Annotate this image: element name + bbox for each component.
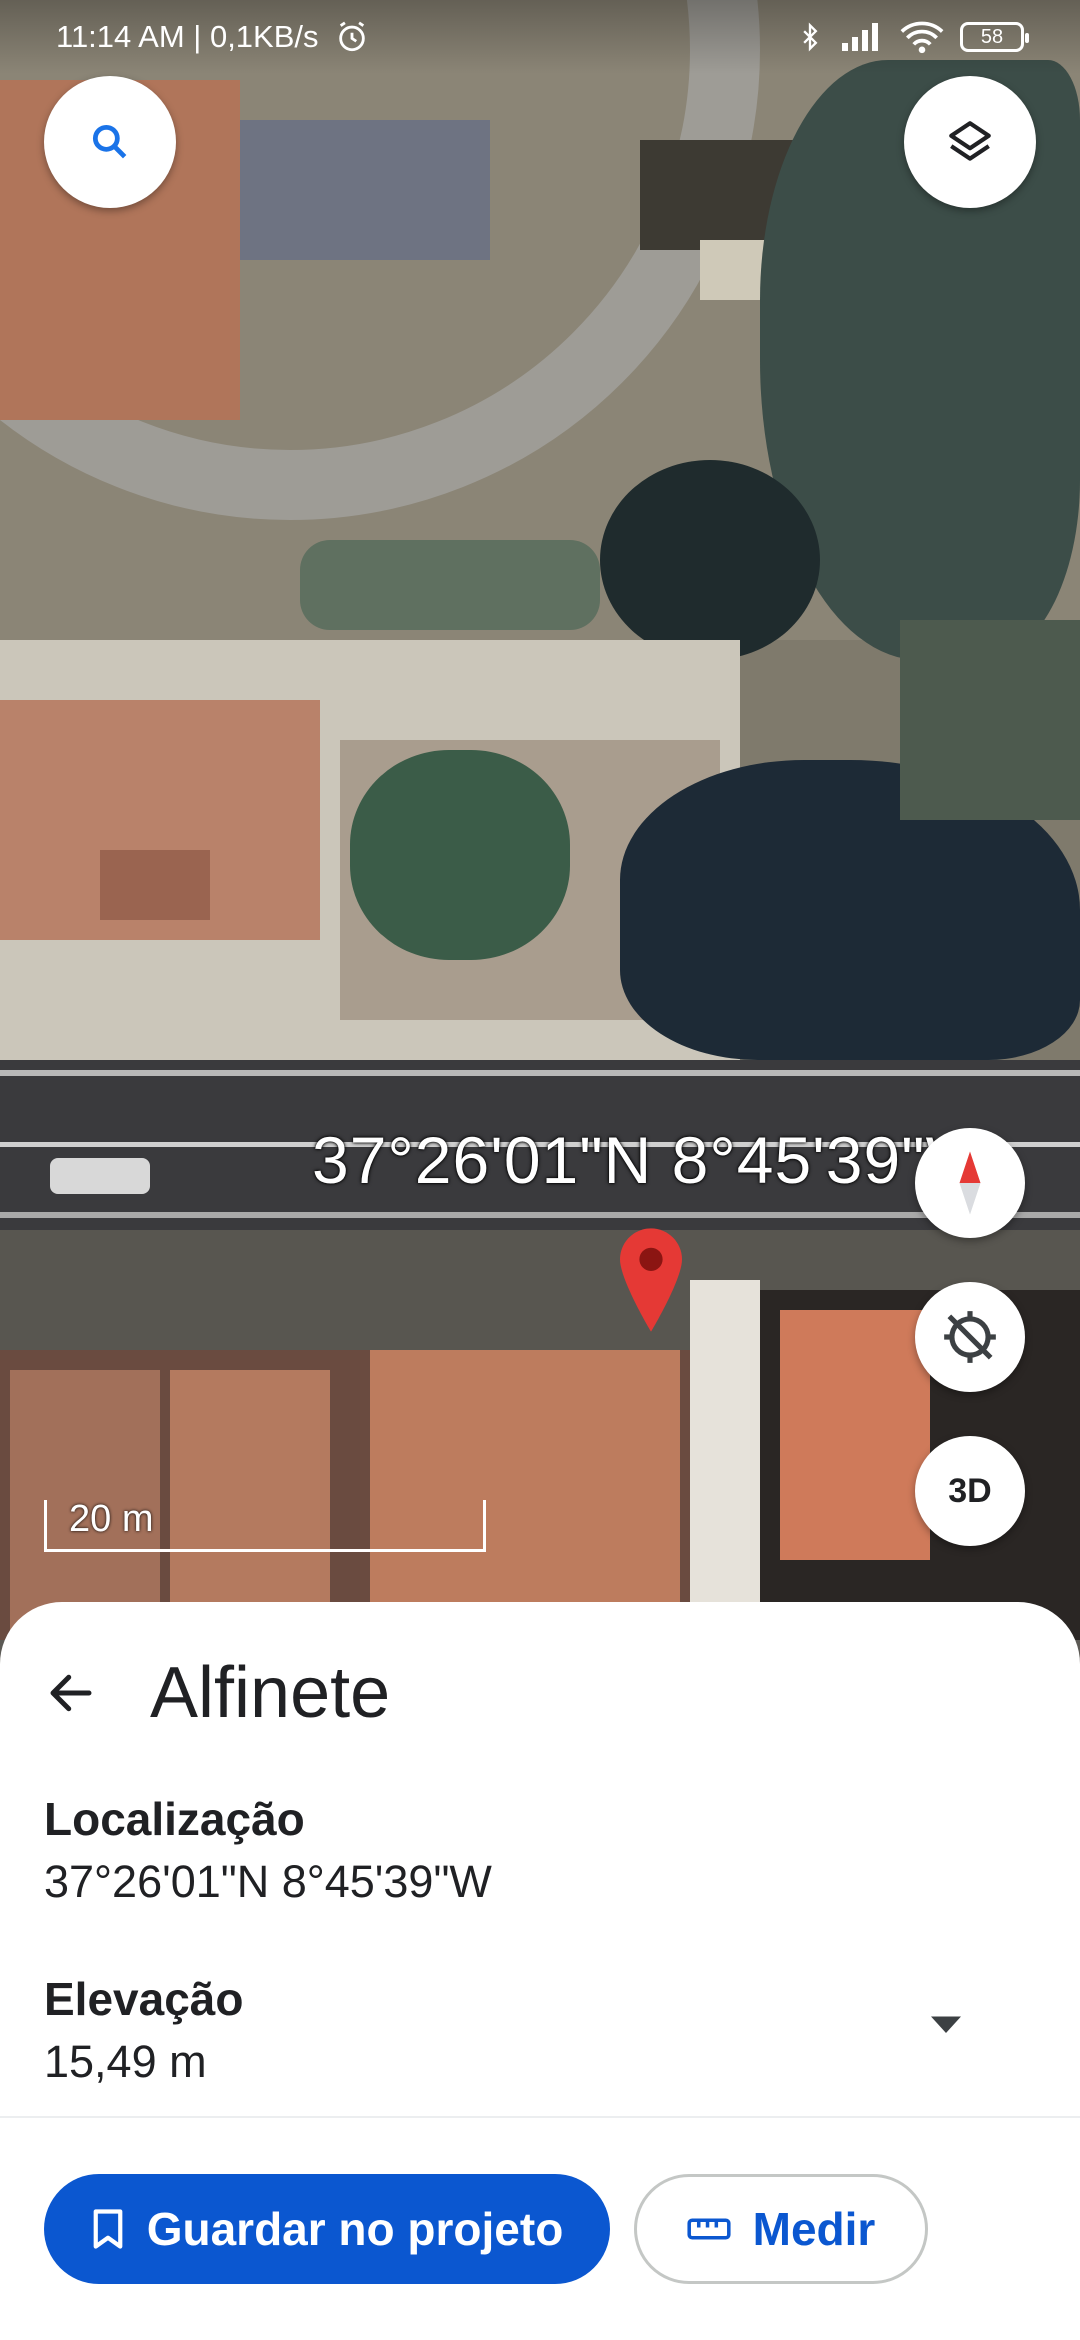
- compass-button[interactable]: [915, 1128, 1025, 1238]
- layers-button[interactable]: [904, 76, 1036, 208]
- grass-patch: [300, 540, 600, 630]
- bluetooth-icon: [803, 22, 818, 52]
- compass-icon: [959, 1151, 981, 1215]
- location-label: Localização: [44, 1793, 305, 1845]
- scale-bar: 20 m: [44, 1498, 486, 1552]
- 3d-toggle-label: 3D: [948, 1471, 992, 1510]
- map-pin[interactable]: [620, 1228, 682, 1337]
- status-time-speed: 11:14 AM | 0,1KB/s: [56, 19, 319, 54]
- bookmark-icon: [93, 2209, 123, 2249]
- solar-panels: [240, 120, 490, 260]
- elevation-label: Elevação: [44, 1973, 244, 2025]
- sheet-title: Alfinete: [150, 1653, 391, 1733]
- building-roof: [100, 850, 210, 920]
- building-roof: [690, 1280, 760, 1640]
- battery-indicator: 58: [960, 22, 1029, 52]
- layers-icon: [949, 121, 991, 161]
- ruler-icon: [687, 2218, 731, 2240]
- expand-dropdown-icon[interactable]: [928, 2012, 964, 2036]
- back-arrow-icon[interactable]: [44, 1666, 98, 1720]
- sheet-header: Alfinete: [44, 1652, 390, 1734]
- road-marking: [0, 1070, 1080, 1076]
- status-bar: 11:14 AM | 0,1KB/s 58: [0, 0, 1080, 74]
- map-coordinate-label: 37°26'01"N 8°45'39"W: [312, 1123, 989, 1197]
- measure-button[interactable]: Medir: [634, 2174, 928, 2284]
- building-roof: [370, 1350, 680, 1640]
- building-roof: [780, 1310, 930, 1560]
- 3d-toggle-button[interactable]: 3D: [915, 1436, 1025, 1546]
- elevation-value: 15,49 m: [44, 2036, 207, 2087]
- wifi-icon: [900, 21, 944, 54]
- my-location-button[interactable]: [915, 1282, 1025, 1392]
- satellite-map[interactable]: [0, 0, 1080, 1640]
- alarm-icon: [338, 21, 365, 52]
- car: [50, 1158, 150, 1194]
- signal-icon: [842, 23, 878, 51]
- road-marking: [0, 1212, 1080, 1218]
- location-off-icon: [944, 1311, 996, 1363]
- search-button[interactable]: [44, 76, 176, 208]
- pin-details-sheet: Alfinete Localização 37°26'01"N 8°45'39"…: [0, 1602, 1080, 2340]
- vegetation: [900, 620, 1080, 820]
- map-pin-icon: [620, 1228, 682, 1332]
- tree: [350, 750, 570, 960]
- vegetation: [600, 460, 820, 660]
- location-value: 37°26'01"N 8°45'39"W: [44, 1856, 492, 1907]
- scale-label: 20 m: [69, 1498, 154, 1540]
- search-icon: [92, 124, 127, 159]
- save-to-project-label: Guardar no projeto: [146, 2203, 564, 2255]
- measure-label: Medir: [752, 2203, 876, 2255]
- save-to-project-button[interactable]: Guardar no projeto: [44, 2174, 610, 2284]
- divider: [0, 2116, 1080, 2118]
